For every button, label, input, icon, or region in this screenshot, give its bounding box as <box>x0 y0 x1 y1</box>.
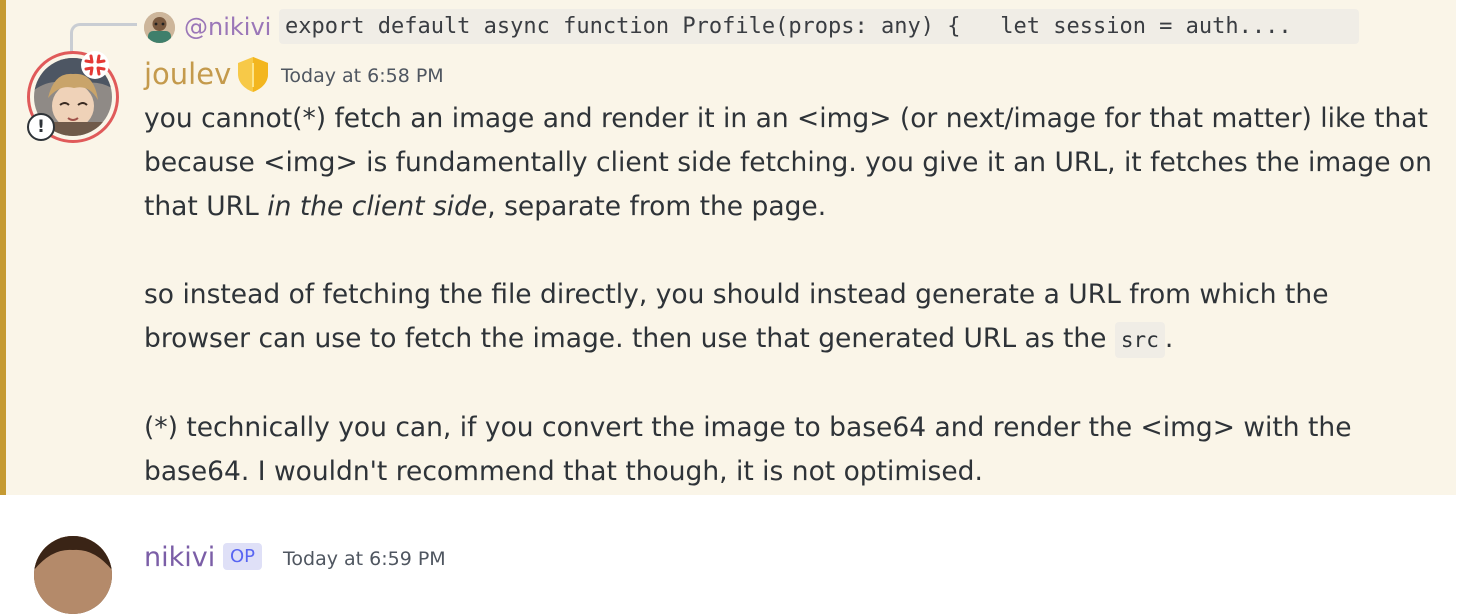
shield-badge-icon[interactable] <box>233 54 273 94</box>
next-message-avatar[interactable] <box>34 536 112 614</box>
reply-avatar[interactable] <box>144 12 175 43</box>
mention-bar <box>0 0 6 495</box>
op-badge: OP <box>223 543 263 570</box>
alert-icon: ! <box>27 113 55 141</box>
avatar[interactable]: ! <box>27 51 119 143</box>
italic-text: in the client side <box>267 191 488 222</box>
paragraph-text: , separate from the page. <box>487 191 827 222</box>
message-paragraph: (*) technically you can, if you convert … <box>144 412 1352 487</box>
next-message-timestamp[interactable]: Today at 6:59 PM <box>283 545 446 573</box>
anger-icon <box>80 50 110 80</box>
message-paragraph: so instead of fetching the file directly… <box>144 273 1434 362</box>
next-message-username[interactable]: nikivi <box>144 540 215 576</box>
inline-code: src <box>1114 322 1165 358</box>
message-paragraph: you cannot(*) fetch an image and render … <box>144 97 1434 229</box>
reply-code-preview[interactable]: export default async function Profile(pr… <box>279 9 1359 44</box>
message-content: you cannot(*) fetch an image and render … <box>144 97 1434 494</box>
message-timestamp[interactable]: Today at 6:58 PM <box>281 62 444 90</box>
message-username[interactable]: joulev <box>144 54 231 94</box>
reply-username[interactable]: @nikivi <box>184 10 271 44</box>
paragraph-text: . <box>1164 323 1174 354</box>
reply-spine <box>70 23 137 52</box>
